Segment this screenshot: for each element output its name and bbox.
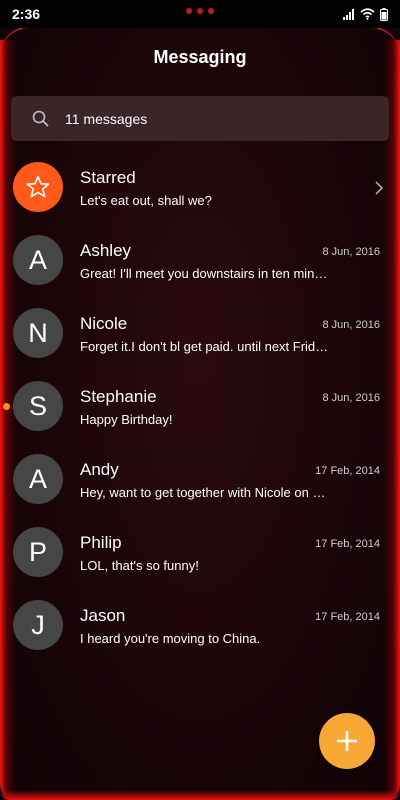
contact-name: Andy <box>80 460 119 479</box>
page-title: Messaging <box>153 47 247 67</box>
status-bar: 2:36 <box>0 0 400 28</box>
conversation-row[interactable]: A Andy 17 Feb, 2014 Hey, want to get togeth… <box>0 444 400 517</box>
avatar: S <box>13 381 63 431</box>
notch-indicator <box>186 8 214 14</box>
status-icons <box>343 7 388 21</box>
avatar: A <box>13 454 63 504</box>
message-preview: Happy Birthday! <box>80 412 173 427</box>
contact-name: Philip <box>80 533 122 552</box>
message-preview: Hey, want to get together with Nicole on… <box>80 485 326 500</box>
plus-icon <box>337 731 357 751</box>
conversation-row[interactable]: S Stephanie 8 Jun, 2016 Happy Birthday! <box>0 371 400 444</box>
new-message-button[interactable] <box>319 713 375 769</box>
avatar: P <box>13 527 63 577</box>
edge-glow-bottom <box>0 790 400 800</box>
message-preview: LOL, that's so funny! <box>80 558 199 573</box>
search-bar[interactable] <box>11 96 389 141</box>
starred-label: Starred <box>80 168 136 187</box>
message-date: 17 Feb, 2014 <box>315 465 380 477</box>
starred-avatar <box>13 162 63 212</box>
star-icon <box>26 175 50 198</box>
search-input[interactable] <box>65 110 345 127</box>
message-preview: I heard you're moving to China. <box>80 631 261 646</box>
chevron-right-icon <box>375 181 384 195</box>
message-date: 17 Feb, 2014 <box>315 611 380 623</box>
message-date: 17 Feb, 2014 <box>315 538 380 550</box>
message-preview: Great! I'll meet you downstairs in ten m… <box>80 266 328 281</box>
search-icon <box>32 110 49 127</box>
avatar: A <box>13 235 63 285</box>
status-time: 2:36 <box>12 6 41 22</box>
message-date: 8 Jun, 2016 <box>322 319 381 331</box>
messaging-screen: 2:36 Messaging 11 messages Starred Let's… <box>0 0 400 800</box>
contact-name: Nicole <box>80 314 128 333</box>
unread-indicator <box>3 403 10 410</box>
conversation-list: Starred Let's eat out, shall we? A Ashley… <box>0 152 400 663</box>
avatar: J <box>13 600 63 650</box>
conversation-row[interactable]: A Ashley 8 Jun, 2016 Great! I'll meet you d… <box>0 225 400 298</box>
conversation-row[interactable]: P Philip 17 Feb, 2014 LOL, that's so funny! <box>0 517 400 590</box>
message-date: 8 Jun, 2016 <box>322 246 381 258</box>
signal-icon <box>343 8 354 20</box>
message-date: 8 Jun, 2016 <box>322 392 381 404</box>
starred-row[interactable]: Starred Let's eat out, shall we? <box>0 152 400 225</box>
contact-name: Jason <box>80 606 126 625</box>
contact-name: Stephanie <box>80 387 157 406</box>
battery-icon <box>380 7 388 21</box>
conversation-row[interactable]: N Nicole 8 Jun, 2016 Forget it.I don't bl g… <box>0 298 400 371</box>
wifi-icon <box>360 8 375 20</box>
avatar: N <box>13 308 63 358</box>
starred-preview: Let's eat out, shall we? <box>80 193 212 208</box>
conversation-row[interactable]: J Jason 17 Feb, 2014 I heard you're moving … <box>0 590 400 663</box>
message-preview: Forget it.I don't bl get paid. until nex… <box>80 339 329 354</box>
contact-name: Ashley <box>80 241 132 260</box>
